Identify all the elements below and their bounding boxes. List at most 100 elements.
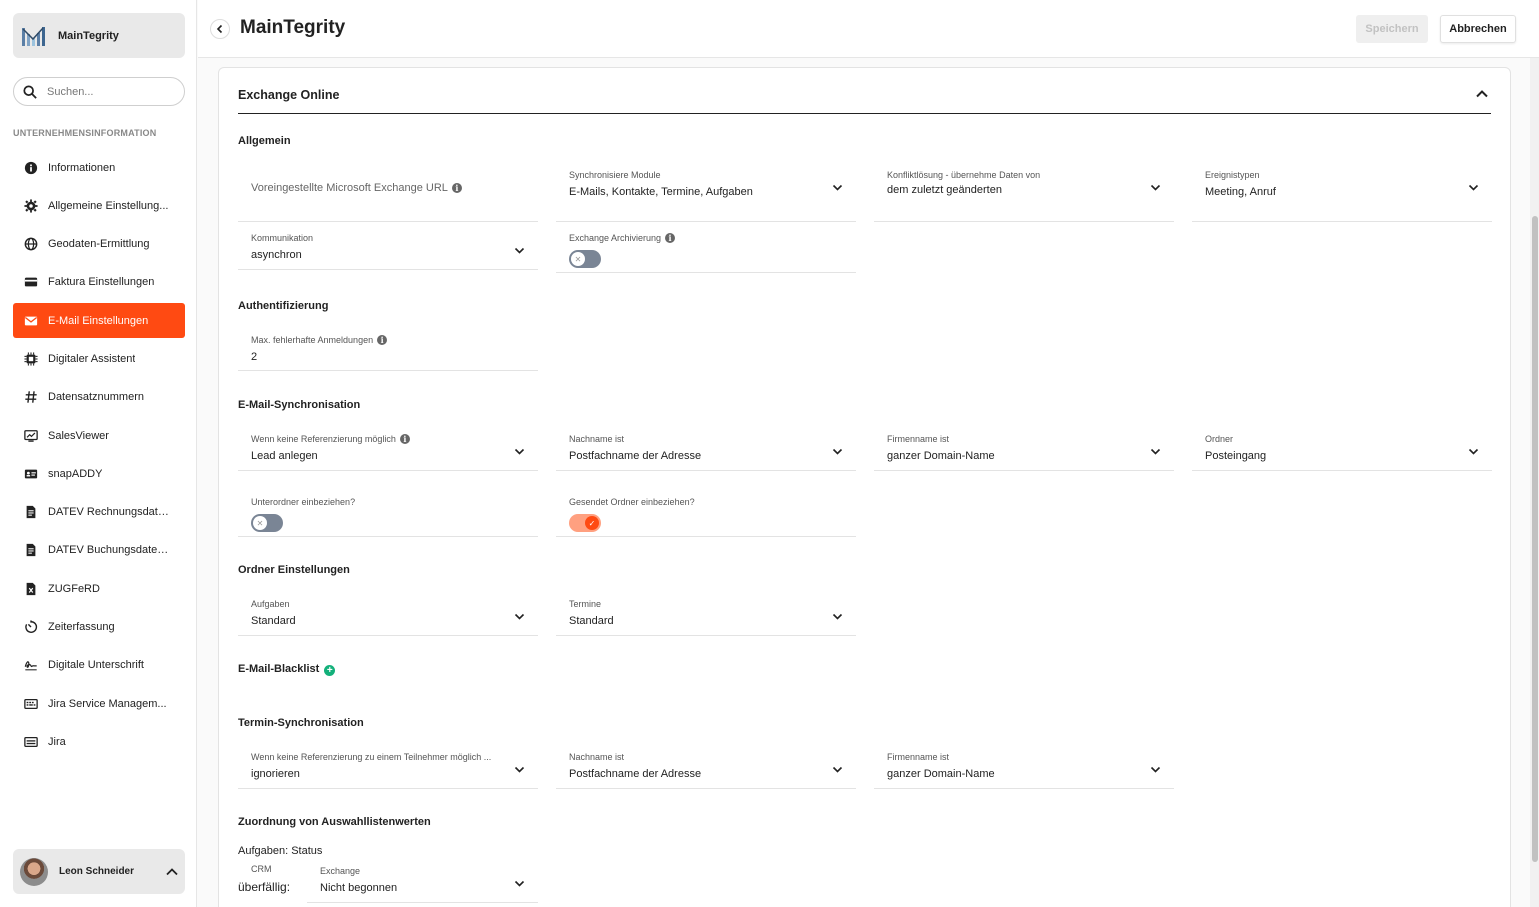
max-failed-logins-field[interactable]: Max. fehlerhafte Anmeldungen i 2: [238, 327, 538, 371]
exchange-online-panel: Exchange Online Allgemein Voreingestellt…: [218, 67, 1511, 907]
chevron-up-icon[interactable]: [1474, 86, 1490, 102]
sidebar-item-datensatznummern[interactable]: Datensatznummern: [13, 380, 185, 415]
info-icon[interactable]: i: [665, 233, 676, 243]
field-label: Firmenname ist: [887, 752, 950, 762]
field-label: Ordner: [1205, 434, 1234, 444]
hash-icon: [23, 390, 38, 405]
appointment-lastname-select[interactable]: Nachname ist Postfachname der Adresse: [556, 744, 856, 789]
event-types-select[interactable]: Ereignistypen Meeting, Anruf: [1192, 162, 1492, 222]
divider: [238, 113, 1491, 114]
save-button[interactable]: Speichern: [1356, 15, 1428, 43]
user-name: Leon Schneider: [59, 866, 135, 877]
keyboard-icon: [23, 696, 38, 711]
field-value: Nicht begonnen: [320, 882, 398, 894]
email-no-reference-select[interactable]: Wenn keine Referenzierung möglich i Lead …: [238, 426, 538, 471]
email-folder-select[interactable]: Ordner Posteingang: [1192, 426, 1492, 471]
sidebar-item-zeiterfassung[interactable]: Zeiterfassung: [13, 610, 185, 645]
field-value: Lead anlegen: [251, 450, 318, 462]
sidebar-item-label: ZUGFeRD: [48, 582, 100, 595]
sidebar-item-label: Jira: [48, 735, 66, 748]
field-label: Nachname ist: [569, 434, 625, 444]
chevron-up-icon: [166, 867, 178, 875]
sidebar-item-zugferd[interactable]: ZUGFeRD: [13, 571, 185, 606]
exchange-url-placeholder: Voreingestellte Microsoft Exchange URL i: [251, 182, 462, 194]
conflict-resolution-select[interactable]: Konfliktlösung - übernehme Daten von dem…: [874, 162, 1174, 222]
field-value: ganzer Domain-Name: [887, 450, 995, 462]
appointments-folder-select[interactable]: Termine Standard: [556, 591, 856, 636]
add-icon[interactable]: +: [324, 665, 336, 676]
sidebar-item-informationen[interactable]: Informationen: [13, 150, 185, 185]
tasks-folder-select[interactable]: Aufgaben Standard: [238, 591, 538, 636]
info-icon[interactable]: i: [451, 183, 462, 193]
sidebar-nav: Informationen Allgemeine Einstellung... …: [13, 150, 185, 763]
field-value: Standard: [569, 615, 614, 627]
sidebar-item-salesviewer[interactable]: SalesViewer: [13, 418, 185, 453]
sidebar-item-snapaddy[interactable]: snapADDY: [13, 456, 185, 491]
sidebar-item-jira[interactable]: Jira: [13, 724, 185, 759]
search-box[interactable]: [13, 77, 185, 106]
field-value: ganzer Domain-Name: [887, 768, 995, 780]
page-title: MainTegrity: [240, 17, 346, 38]
chevron-down-icon: [514, 613, 525, 620]
subfolders-toggle[interactable]: ✕: [251, 514, 283, 532]
user-menu[interactable]: Leon Schneider: [13, 849, 185, 894]
field-label: Firmenname ist: [887, 434, 950, 444]
document-icon: [23, 543, 38, 558]
sidebar-item-datev-buchungsdaten[interactable]: DATEV Buchungsdaten...: [13, 533, 185, 568]
exchange-url-placeholder-text: Voreingestellte Microsoft Exchange URL: [251, 182, 448, 194]
toggle-off-icon: ✕: [253, 516, 267, 530]
sidebar-item-label: snapADDY: [48, 467, 103, 480]
email-lastname-select[interactable]: Nachname ist Postfachname der Adresse: [556, 426, 856, 471]
cancel-button[interactable]: Abbrechen: [1440, 15, 1516, 43]
panel-title: Exchange Online: [238, 88, 340, 102]
sidebar-item-allgemeine-einstellungen[interactable]: Allgemeine Einstellung...: [13, 188, 185, 223]
sidebar-item-label: Faktura Einstellungen: [48, 276, 155, 289]
sidebar-item-digitaler-assistent[interactable]: Digitaler Assistent: [13, 341, 185, 376]
mapping-subheading: Aufgaben: Status: [238, 845, 323, 857]
sidebar-item-label: Digitale Unterschrift: [48, 659, 144, 672]
info-icon: [23, 160, 38, 175]
exchange-archiving-toggle[interactable]: ✕: [569, 250, 601, 268]
section-heading-ordner-einstellungen: Ordner Einstellungen: [238, 564, 350, 576]
back-button[interactable]: [210, 19, 230, 39]
brand-logo-icon: [22, 26, 45, 46]
exchange-status-select[interactable]: Exchange Nicht begonnen: [307, 858, 538, 903]
sent-folder-toggle[interactable]: ✓: [569, 514, 601, 532]
chevron-left-icon: [216, 24, 223, 34]
field-label: Kommunikation: [251, 233, 314, 243]
search-input[interactable]: [47, 85, 167, 98]
email-company-select[interactable]: Firmenname ist ganzer Domain-Name: [874, 426, 1174, 471]
chevron-down-icon: [514, 448, 525, 455]
sent-folder-field: Gesendet Ordner einbeziehen? ✓: [556, 489, 856, 537]
chevron-down-icon: [514, 766, 525, 773]
field-label: Konfliktlösung - übernehme Daten von: [887, 170, 1041, 180]
sidebar-item-geodaten[interactable]: Geodaten-Ermittlung: [13, 227, 185, 262]
chevron-down-icon: [1150, 184, 1161, 191]
appointment-no-reference-select[interactable]: Wenn keine Referenzierung zu einem Teiln…: [238, 744, 538, 789]
sidebar-item-digitale-unterschrift[interactable]: Digitale Unterschrift: [13, 648, 185, 683]
field-label: Wenn keine Referenzierung zu einem Teiln…: [251, 752, 492, 762]
envelope-icon: [23, 313, 38, 328]
field-label: Synchronisiere Module: [569, 170, 661, 180]
sidebar: MainTegrity UNTERNEHMENSINFORMATION Info…: [0, 0, 197, 907]
brand-switcher[interactable]: MainTegrity: [13, 13, 185, 58]
field-value: Postfachname der Adresse: [569, 768, 702, 780]
section-heading-email-sync: E-Mail-Synchronisation: [238, 399, 361, 411]
scrollbar-thumb[interactable]: [1532, 216, 1538, 862]
sidebar-item-datev-rechnungsdaten[interactable]: DATEV Rechnungsdate...: [13, 495, 185, 530]
sidebar-item-label: DATEV Buchungsdaten...: [48, 544, 172, 557]
toggle-off-icon: ✕: [571, 252, 585, 266]
exchange-url-field[interactable]: Voreingestellte Microsoft Exchange URL i: [238, 162, 538, 222]
communication-select[interactable]: Kommunikation asynchron: [238, 225, 538, 270]
sidebar-item-faktura[interactable]: Faktura Einstellungen: [13, 265, 185, 300]
sidebar-item-email-einstellungen[interactable]: E-Mail Einstellungen: [13, 303, 185, 339]
page-header: MainTegrity Speichern Abbrechen: [198, 0, 1539, 58]
appointment-company-select[interactable]: Firmenname ist ganzer Domain-Name: [874, 744, 1174, 789]
field-value: Postfachname der Adresse: [569, 450, 702, 462]
chevron-down-icon: [1150, 766, 1161, 773]
sync-modules-select[interactable]: Synchronisiere Module E-Mails, Kontakte,…: [556, 162, 856, 222]
info-icon[interactable]: i: [377, 335, 388, 345]
sidebar-item-jira-service-management[interactable]: Jira Service Managem...: [13, 686, 185, 721]
info-icon[interactable]: i: [399, 434, 410, 444]
checkmark-icon: ✓: [585, 516, 599, 530]
